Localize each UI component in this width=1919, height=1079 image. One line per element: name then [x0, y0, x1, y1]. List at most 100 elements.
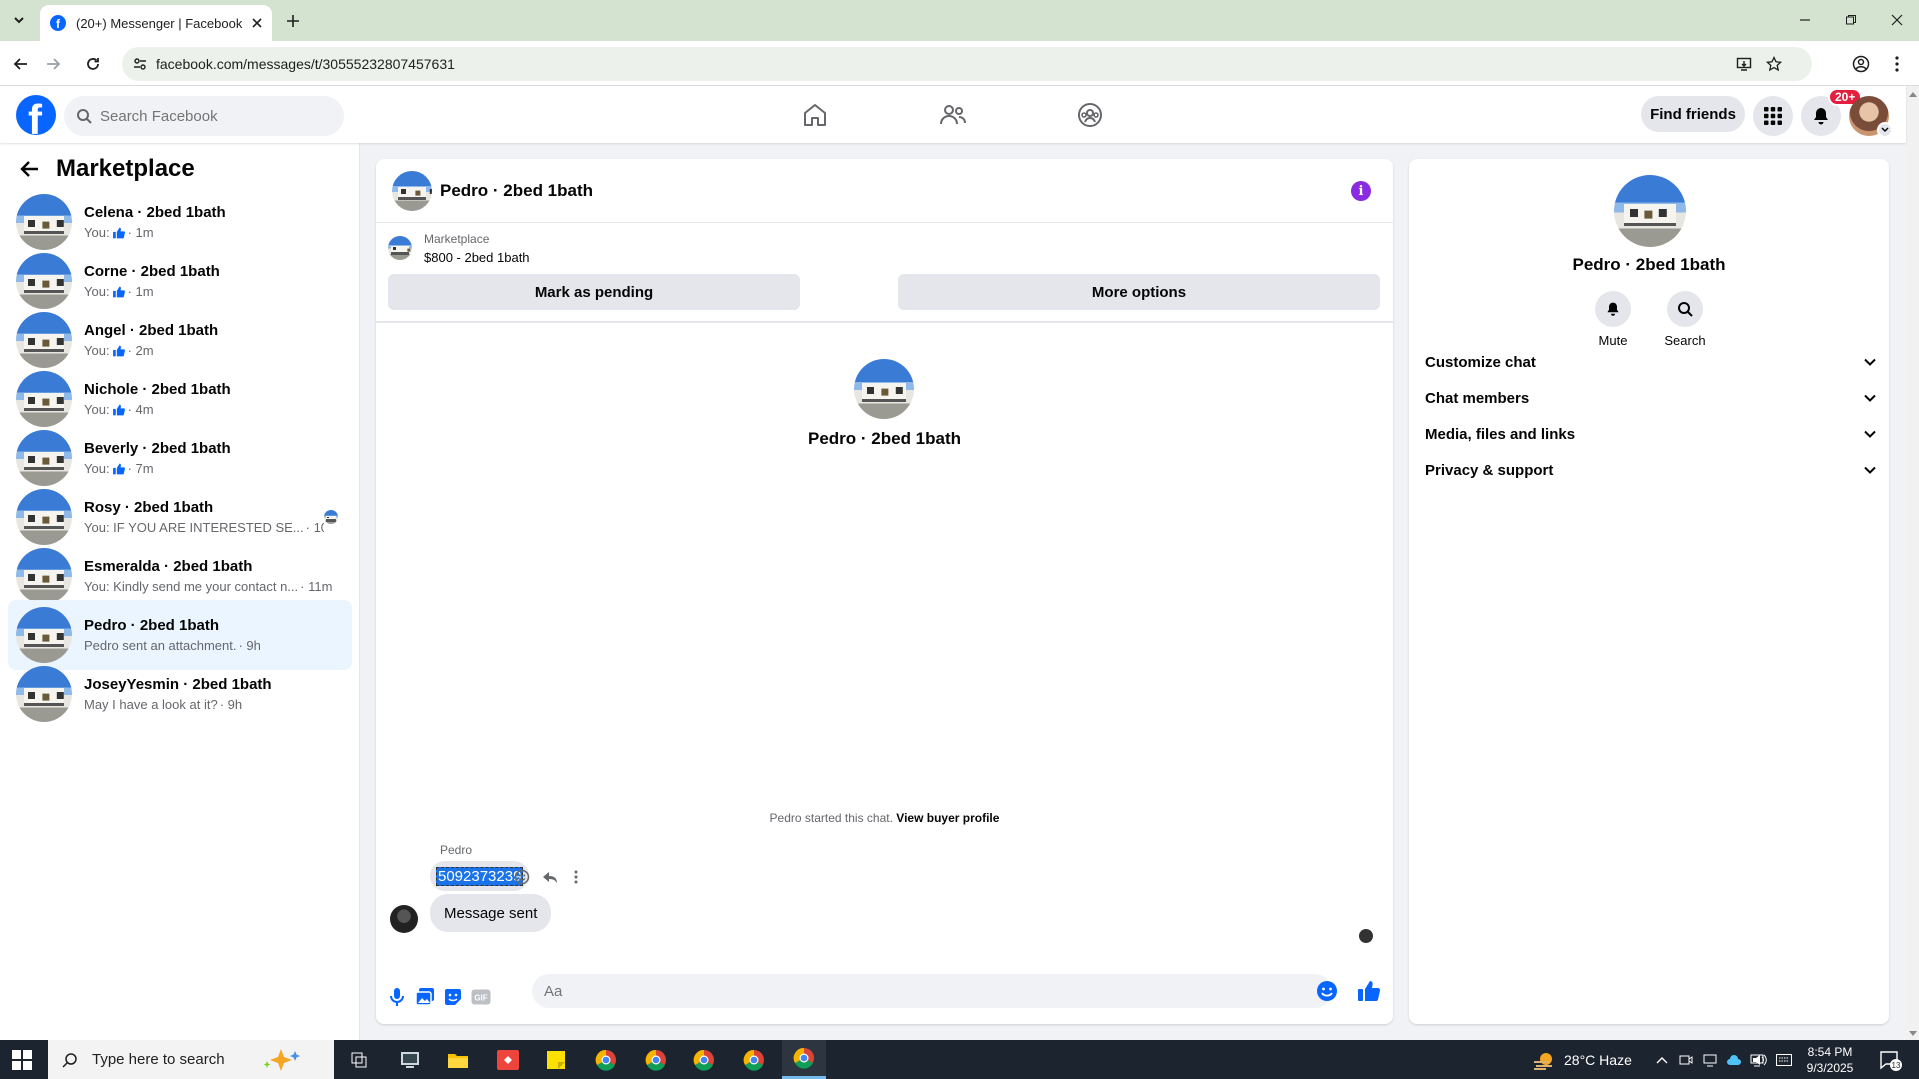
- send-like-button[interactable]: [1356, 978, 1382, 1004]
- home-icon: [802, 102, 828, 128]
- taskbar-app-chrome-4[interactable]: [732, 1040, 776, 1079]
- taskbar-search[interactable]: Type here to search: [48, 1040, 334, 1079]
- conversation-name: Celena · 2bed 1bath: [84, 204, 226, 221]
- arrow-right-icon: [45, 56, 61, 72]
- reload-button[interactable]: [80, 51, 106, 77]
- search-in-conversation-button[interactable]: Search: [1655, 291, 1715, 348]
- conversation-time: · 7m: [127, 461, 154, 476]
- facebook-logo-icon[interactable]: f: [16, 95, 56, 135]
- mute-button[interactable]: Mute: [1583, 291, 1643, 348]
- tray-keyboard[interactable]: [1776, 1052, 1792, 1068]
- facebook-search-input[interactable]: [100, 107, 300, 125]
- privacy-support-row[interactable]: Privacy & support: [1425, 452, 1877, 488]
- conversation-time: · 2m: [127, 343, 154, 358]
- chat-intro-name: Pedro · 2bed 1bath: [807, 429, 962, 448]
- conversation-avatar: [16, 607, 72, 663]
- friends-nav-button[interactable]: [936, 98, 970, 132]
- messenger-page: Marketplace Celena · 2bed 1bath You: · 1m…: [0, 143, 1906, 1040]
- conversation-preview: May I have a look at it?: [84, 697, 218, 712]
- new-tab-button[interactable]: [282, 10, 304, 32]
- chevron-down-icon: [1863, 463, 1877, 477]
- show-hidden-icons-button[interactable]: [1654, 1052, 1670, 1068]
- site-info-icon[interactable]: [132, 56, 148, 72]
- taskbar-app-remote[interactable]: [388, 1040, 432, 1079]
- reply-button[interactable]: [540, 867, 560, 887]
- customize-chat-row[interactable]: Customize chat: [1425, 344, 1877, 380]
- tab-search-button[interactable]: [6, 8, 32, 32]
- groups-nav-button[interactable]: [1073, 98, 1107, 132]
- taskbar-app-file-explorer[interactable]: [436, 1040, 480, 1079]
- taskbar-app-chrome-2[interactable]: [634, 1040, 678, 1079]
- close-tab-icon[interactable]: [252, 18, 262, 28]
- message-input[interactable]: [532, 974, 1332, 1008]
- task-view-button[interactable]: [338, 1040, 382, 1079]
- taskbar-app-chrome-3[interactable]: [682, 1040, 726, 1079]
- chat-title[interactable]: Pedro · 2bed 1bath: [440, 181, 593, 201]
- view-buyer-profile-link[interactable]: View buyer profile: [896, 811, 999, 825]
- forward-button[interactable]: [40, 51, 66, 77]
- page-scrollbar[interactable]: [1906, 86, 1919, 1040]
- message-bubble[interactable]: Message sent: [430, 894, 552, 932]
- back-arrow-icon[interactable]: [20, 159, 40, 179]
- home-nav-button[interactable]: [798, 98, 832, 132]
- weather-widget[interactable]: 28°C Haze: [1532, 1040, 1632, 1079]
- account-dropdown-icon[interactable]: [1877, 122, 1893, 138]
- attach-photo-button[interactable]: [414, 986, 436, 1008]
- conversation-name: Beverly · 2bed 1bath: [84, 440, 231, 457]
- omnibox[interactable]: facebook.com/messages/t/3055523280745763…: [122, 47, 1812, 81]
- conversation-time: · 9h: [238, 638, 261, 653]
- tray-onedrive[interactable]: [1726, 1052, 1742, 1068]
- voice-clip-button[interactable]: [386, 986, 408, 1008]
- tray-volume[interactable]: [1752, 1052, 1768, 1068]
- bookmark-star-icon[interactable]: [1766, 56, 1782, 72]
- gif-button[interactable]: GIF: [470, 986, 492, 1008]
- message-text[interactable]: 5092373239: [436, 866, 524, 886]
- taskbar-clock[interactable]: 8:54 PM 9/3/2025: [1800, 1044, 1860, 1076]
- back-button[interactable]: [8, 51, 34, 77]
- conversation-item[interactable]: JoseyYesmin · 2bed 1bath May I have a loo…: [8, 659, 352, 729]
- chat-members-row[interactable]: Chat members: [1425, 380, 1877, 416]
- info-icon[interactable]: i: [1351, 181, 1371, 201]
- message-more-button[interactable]: [566, 867, 586, 887]
- folder-icon: [447, 1051, 469, 1069]
- conversation-time: · 1m: [127, 225, 154, 240]
- mark-as-pending-button[interactable]: Mark as pending: [388, 274, 800, 310]
- more-vertical-icon: [574, 870, 578, 884]
- listing-price-title[interactable]: $800 - 2bed 1bath: [424, 250, 530, 265]
- info-panel-avatar[interactable]: [1614, 175, 1686, 247]
- media-files-links-row[interactable]: Media, files and links: [1425, 416, 1877, 452]
- taskbar-app-anydesk[interactable]: [486, 1040, 530, 1079]
- find-friends-button[interactable]: Find friends: [1641, 96, 1745, 132]
- taskbar-app-chrome-1[interactable]: [584, 1040, 628, 1079]
- listing-thumbnail[interactable]: [388, 236, 412, 260]
- chat-header[interactable]: Pedro · 2bed 1bath i: [376, 159, 1393, 223]
- chat-started-notice: Pedro started this chat. View buyer prof…: [376, 811, 1393, 825]
- emoji-button[interactable]: [1316, 980, 1338, 1002]
- menu-button[interactable]: [1753, 96, 1793, 136]
- browser-tab-messenger[interactable]: f (20+) Messenger | Facebook: [40, 5, 272, 41]
- taskbar-app-chrome-active[interactable]: [782, 1040, 826, 1079]
- restore-button[interactable]: [1838, 8, 1864, 32]
- windows-start-button[interactable]: [12, 1050, 32, 1070]
- chat-header-avatar[interactable]: [392, 170, 432, 211]
- profile-button[interactable]: [1848, 51, 1874, 77]
- notification-center-button[interactable]: 13: [1878, 1048, 1902, 1072]
- tray-display[interactable]: [1702, 1052, 1718, 1068]
- minimize-button[interactable]: [1792, 8, 1818, 32]
- chat-window: Pedro · 2bed 1bath i Marketplace $800 - …: [376, 159, 1393, 1024]
- info-panel-name: Pedro · 2bed 1bath: [1572, 255, 1726, 274]
- taskbar-app-sticky-notes[interactable]: [534, 1040, 578, 1079]
- conversation-avatar: [16, 371, 72, 427]
- profile-icon: [1852, 55, 1870, 73]
- tray-meet-now[interactable]: [1678, 1052, 1694, 1068]
- install-app-icon[interactable]: [1736, 56, 1752, 72]
- browser-menu-button[interactable]: [1884, 51, 1910, 77]
- more-options-button[interactable]: More options: [898, 274, 1380, 310]
- sticker-button[interactable]: [442, 986, 464, 1008]
- react-button[interactable]: [512, 867, 532, 887]
- windows-logo-icon: [12, 1050, 32, 1070]
- conversation-name: JoseyYesmin · 2bed 1bath: [84, 676, 272, 693]
- facebook-search[interactable]: [64, 96, 344, 136]
- sender-avatar[interactable]: [390, 905, 418, 933]
- close-window-button[interactable]: [1884, 8, 1910, 32]
